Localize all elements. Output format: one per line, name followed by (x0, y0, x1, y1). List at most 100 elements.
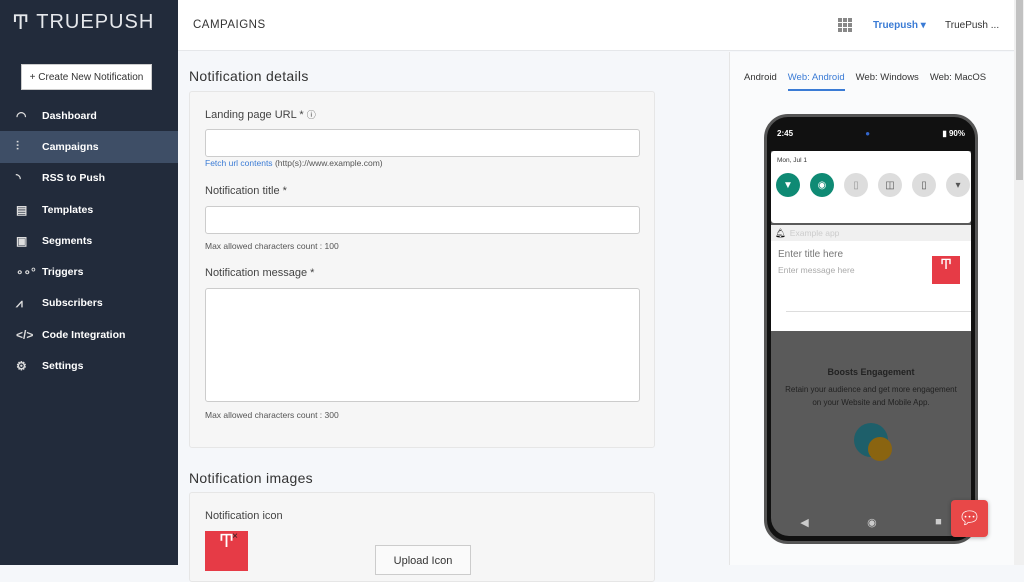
preview-tabs: Android Web: Android Web: Windows Web: M… (744, 72, 986, 91)
template-icon: ▤ (16, 202, 28, 217)
sidebar-item-templates[interactable]: ▤ Templates (0, 194, 178, 225)
gauge-icon: ◠ (16, 108, 27, 123)
back-icon: ◀ (800, 516, 809, 529)
triggers-icon: ∘∘° (16, 265, 36, 280)
section-heading-details: Notification details (189, 68, 309, 84)
sidebar-item-label: Dashboard (42, 109, 97, 122)
gear-icon: ⚙ (16, 359, 27, 374)
promo-text: Retain your audience and get more engage… (785, 385, 957, 407)
landing-url-input[interactable] (205, 129, 640, 157)
fetch-row: Fetch url contents (http(s)://www.exampl… (205, 158, 383, 168)
preview-panel: Android Web: Android Web: Windows Web: M… (729, 52, 1014, 565)
chat-bubble-icon: 💬︎ (958, 508, 981, 528)
status-time: 2:45 (777, 129, 794, 138)
flashlight-icon: ▾ (946, 173, 970, 197)
sidebar-item-dashboard[interactable]: ◠ Dashboard (0, 100, 178, 131)
recents-icon: ■ (935, 516, 942, 528)
tab-web-windows[interactable]: Web: Windows (856, 72, 919, 91)
org-dropdown[interactable]: Truepush ▾ (873, 20, 926, 31)
notification-icon-thumbnail: Ͳ × (205, 531, 248, 571)
battery-saver-icon: ▯ (912, 173, 936, 197)
sidebar-item-label: Settings (42, 360, 84, 373)
fetch-hint: (http(s)://www.example.com) (274, 158, 383, 168)
logo[interactable]: Ͳ TRUEPUSH (12, 10, 154, 35)
divider (786, 311, 971, 312)
sidebar-item-segments[interactable]: ▣ Segments (0, 225, 178, 256)
sidebar-item-subscribers[interactable]: ⩘ Subscribers (0, 288, 178, 319)
title-hint: Max allowed characters count : 100 (205, 241, 339, 251)
info-icon[interactable]: ⓘ (307, 110, 316, 120)
subscribers-icon: ⩘ (16, 295, 23, 310)
preview-message: Enter message here (778, 265, 855, 275)
sidebar-item-settings[interactable]: ⚙ Settings (0, 350, 178, 381)
sidebar-item-campaigns[interactable]: ⫶ Campaigns (0, 131, 178, 163)
scrollbar-thumb[interactable] (1016, 0, 1023, 180)
date-text: Mon, Jul 1 (777, 157, 807, 164)
notification-title-input[interactable] (205, 206, 640, 234)
rotate-off-icon: ▯ (844, 173, 868, 197)
remove-icon[interactable]: × (232, 531, 238, 542)
section-heading-images: Notification images (189, 470, 313, 486)
title-label: Notification title * (205, 185, 287, 197)
sidebar-item-triggers[interactable]: ∘∘° Triggers (0, 256, 178, 287)
page-title: CAMPAIGNS (193, 19, 266, 31)
brand-name: TRUEPUSH (36, 11, 155, 33)
sidebar-item-label: Campaigns (42, 140, 99, 153)
sidebar-item-label: Segments (42, 234, 93, 247)
cast-icon: ◫ (878, 173, 902, 197)
message-hint: Max allowed characters count : 300 (205, 410, 339, 420)
sidebar-item-label: RSS to Push (42, 172, 106, 185)
chat-button[interactable]: 💬︎ (951, 500, 988, 537)
sidebar-item-label: Subscribers (42, 297, 103, 310)
quick-settings: Mon, Jul 1 ▼ ◉ ▯ ◫ ▯ ▾ (771, 151, 971, 223)
sidebar-nav: ◠ Dashboard ⫶ Campaigns ◝ RSS to Push ▤ Temp… (0, 100, 178, 382)
icon-label: Notification icon (205, 510, 283, 522)
phone-mockup: 2:45 ● ▮ 90% Mon, Jul 1 ▼ ◉ ▯ ◫ ▯ ▾ 🔔︎ Exam… (764, 114, 978, 544)
sidebar-item-code-integration[interactable]: </> Code Integration (0, 319, 178, 350)
wifi-icon: ▼ (776, 173, 800, 197)
tab-android[interactable]: Android (744, 72, 777, 91)
notification-preview: 🔔︎ Example app Enter title here Enter mes… (771, 225, 971, 331)
top-header: CAMPAIGNS Truepush ▾ TruePush ... (178, 0, 1014, 51)
sidebar: Ͳ TRUEPUSH + Create New Notification ◠ Das… (0, 0, 178, 565)
sidebar-item-label: Templates (42, 203, 94, 216)
location-icon: ◉ (810, 173, 834, 197)
rss-icon: ◝ (16, 171, 21, 186)
phone-screen: Mon, Jul 1 ▼ ◉ ▯ ◫ ▯ ▾ 🔔︎ Example app Ent… (771, 151, 971, 536)
preview-title: Enter title here (778, 249, 844, 260)
apps-grid-icon[interactable] (838, 18, 852, 32)
globe-illustration (854, 423, 892, 461)
promo-content: Boosts Engagement Retain your audience a… (771, 366, 971, 461)
url-label-text: Landing page URL * (205, 109, 304, 121)
upload-icon-button[interactable]: Upload Icon (375, 545, 471, 575)
tab-web-android[interactable]: Web: Android (787, 72, 845, 91)
preview-icon: Ͳ (932, 256, 960, 284)
tab-web-macos[interactable]: Web: MacOS (930, 72, 986, 91)
promo-title: Boosts Engagement (827, 367, 915, 377)
url-label: Landing page URL * ⓘ (205, 108, 316, 121)
message-label: Notification message * (205, 267, 315, 279)
phone-nav-bar: ◀ ◉ ■ (771, 508, 971, 536)
app-name: Example app (789, 228, 840, 238)
camera-icon: ● (865, 129, 871, 138)
notification-message-textarea[interactable] (205, 288, 640, 402)
code-icon: </> (16, 327, 34, 342)
page-scrollbar[interactable] (1014, 0, 1024, 565)
sidebar-item-rss[interactable]: ◝ RSS to Push (0, 163, 178, 194)
home-icon: ◉ (867, 516, 877, 529)
images-panel: Notification icon Ͳ × Upload Icon (189, 492, 655, 582)
battery-status: ▮ 90% (942, 129, 965, 138)
phone-status-bar: 2:45 ● ▮ 90% (777, 129, 965, 138)
bell-icon: 🔔︎ (775, 227, 786, 238)
caret-down-icon: ▾ (920, 20, 926, 31)
battery-level: 90% (948, 129, 965, 138)
create-notification-button[interactable]: + Create New Notification (21, 64, 152, 90)
sidebar-item-label: Code Integration (42, 328, 126, 341)
fetch-url-link[interactable]: Fetch url contents (205, 158, 273, 168)
org-name: Truepush (873, 20, 919, 31)
truepush-logo-icon: Ͳ (12, 12, 31, 34)
user-menu[interactable]: TruePush ... (945, 20, 999, 31)
sidebar-item-label: Triggers (42, 266, 84, 279)
notification-app-bar: 🔔︎ Example app (771, 225, 971, 241)
sliders-icon: ⫶ (16, 139, 20, 154)
